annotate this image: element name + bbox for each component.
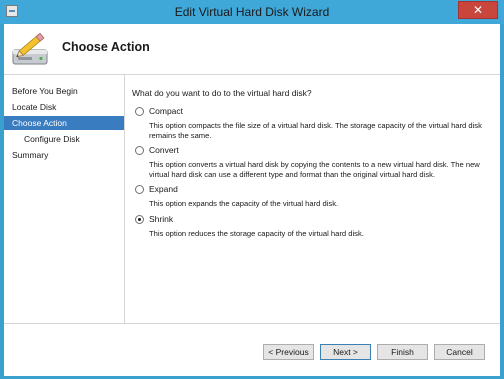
shrink-radio[interactable] xyxy=(135,215,144,224)
convert-radio[interactable] xyxy=(135,146,144,155)
disk-pencil-icon xyxy=(12,32,48,65)
sidebar-item-before-you-begin[interactable]: Before You Begin xyxy=(4,84,124,98)
compact-radio[interactable] xyxy=(135,107,144,116)
sidebar-item-configure-disk[interactable]: Configure Disk xyxy=(4,132,124,146)
cancel-button[interactable]: Cancel xyxy=(434,344,485,360)
shrink-description: This option reduces the storage capacity… xyxy=(149,229,364,238)
next-button[interactable]: Next > xyxy=(320,344,371,360)
sidebar-item-locate-disk[interactable]: Locate Disk xyxy=(4,100,124,114)
convert-label[interactable]: Convert xyxy=(149,145,179,156)
previous-button[interactable]: < Previous xyxy=(263,344,314,360)
finish-button[interactable]: Finish xyxy=(377,344,428,360)
page-title: Choose Action xyxy=(62,40,150,54)
close-button[interactable]: ✕ xyxy=(458,1,498,19)
title-bar[interactable]: Edit Virtual Hard Disk Wizard ✕ xyxy=(0,0,504,24)
expand-label[interactable]: Expand xyxy=(149,184,178,195)
wizard-steps-sidebar: Before You Begin Locate Disk Choose Acti… xyxy=(4,75,125,323)
convert-description: This option converts a virtual hard disk… xyxy=(149,160,480,179)
compact-description: This option compacts the file size of a … xyxy=(149,121,482,140)
wizard-footer: < Previous Next > Finish Cancel xyxy=(4,323,500,376)
sidebar-item-choose-action[interactable]: Choose Action xyxy=(4,116,124,130)
window-title: Edit Virtual Hard Disk Wizard xyxy=(174,5,330,19)
action-question: What do you want to do to the virtual ha… xyxy=(132,88,312,98)
wizard-window: Edit Virtual Hard Disk Wizard ✕ Choose A… xyxy=(0,0,504,379)
sidebar-item-summary[interactable]: Summary xyxy=(4,148,124,162)
choose-action-panel: What do you want to do to the virtual ha… xyxy=(132,75,492,323)
wizard-header: Choose Action xyxy=(4,24,500,75)
close-icon: ✕ xyxy=(472,3,484,17)
wizard-client-area: Choose Action Before You Begin Locate Di… xyxy=(4,24,500,376)
shrink-label[interactable]: Shrink xyxy=(149,214,173,225)
compact-label[interactable]: Compact xyxy=(149,106,183,117)
expand-radio[interactable] xyxy=(135,185,144,194)
expand-description: This option expands the capacity of the … xyxy=(149,199,339,208)
